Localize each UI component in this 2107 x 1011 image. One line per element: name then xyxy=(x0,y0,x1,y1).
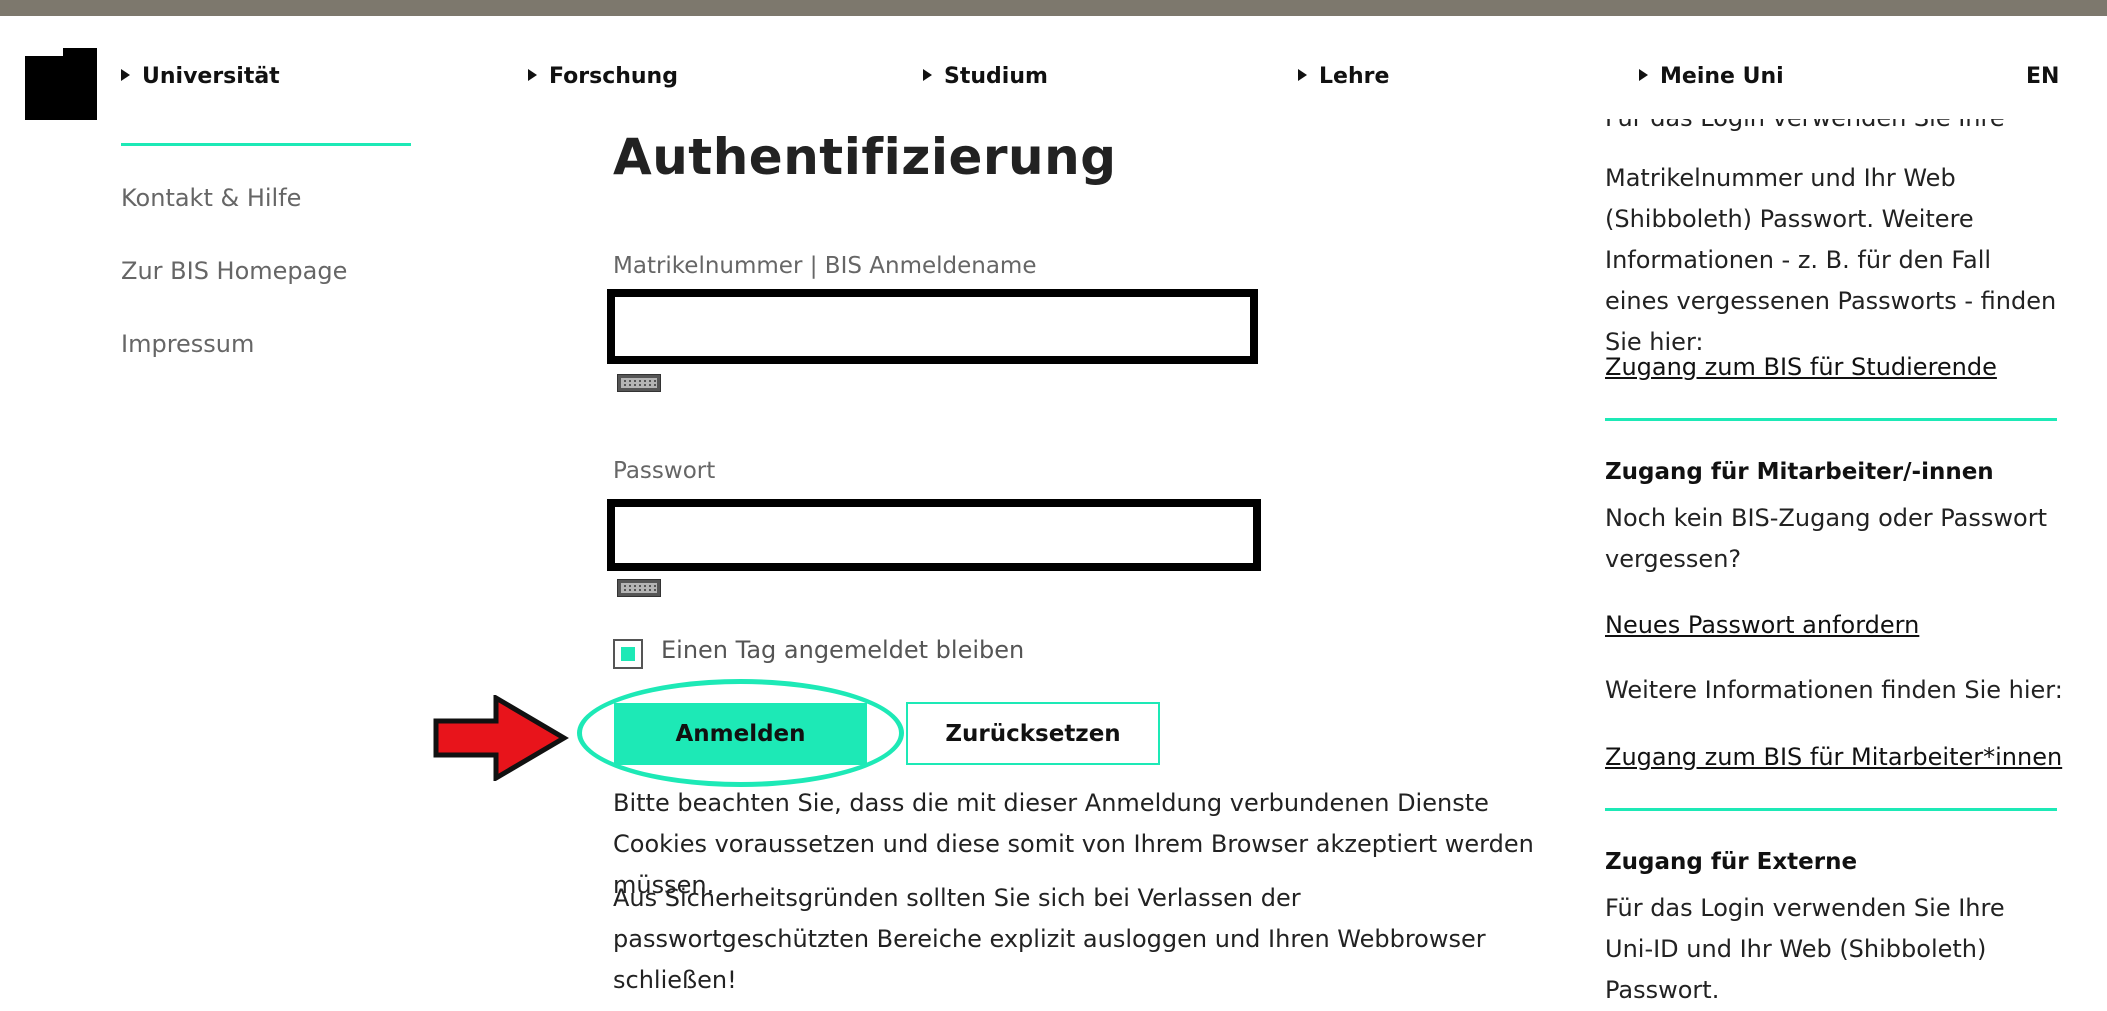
external-text: Für das Login verwenden Sie Ihre Uni-ID … xyxy=(1605,894,2005,1004)
username-input[interactable] xyxy=(615,297,1250,356)
top-bar xyxy=(0,0,2107,16)
sidebar-link-impressum[interactable]: Impressum xyxy=(121,330,254,358)
remember-label: Einen Tag angemeldet bleiben xyxy=(661,636,1025,664)
username-field-box xyxy=(607,289,1258,364)
nav-forschung[interactable]: Forschung xyxy=(528,64,678,89)
keyboard-icon[interactable] xyxy=(617,374,661,392)
reset-button[interactable]: Zurücksetzen xyxy=(906,702,1160,765)
nav-studium[interactable]: Studium xyxy=(923,64,1048,89)
security-note: Aus Sicherheitsgründen sollten Sie sich … xyxy=(613,884,1486,994)
page-title: Authentifizierung xyxy=(613,128,1117,186)
checkbox-check-mark xyxy=(621,647,635,661)
username-label: Matrikelnummer | BIS Anmeldename xyxy=(613,253,1037,279)
triangle-right-icon xyxy=(923,69,932,81)
students-info-text: Matrikelnummer und Ihr Web (Shibboleth) … xyxy=(1605,164,2057,356)
students-partial-text: Für das Login verwenden Sie Ihre xyxy=(1605,119,2057,139)
triangle-right-icon xyxy=(1298,69,1307,81)
right-divider xyxy=(1605,418,2057,421)
password-field-box xyxy=(607,499,1261,571)
nav-meine-uni[interactable]: Meine Uni xyxy=(1639,64,1784,89)
keyboard-icon[interactable] xyxy=(617,579,661,597)
staff-text: Noch kein BIS-Zugang oder Passwort verge… xyxy=(1605,504,2047,573)
link-staff-access[interactable]: Zugang zum BIS für Mitarbeiter*innen xyxy=(1605,743,2062,771)
red-arrow-icon xyxy=(433,695,569,781)
remember-checkbox[interactable] xyxy=(613,639,643,669)
sidebar-link-bis-homepage[interactable]: Zur BIS Homepage xyxy=(121,257,347,285)
triangle-right-icon xyxy=(121,69,130,81)
staff-heading: Zugang für Mitarbeiter/-innen xyxy=(1605,459,1994,485)
triangle-right-icon xyxy=(528,69,537,81)
nav-universitaet[interactable]: Universität xyxy=(121,64,280,89)
university-logo[interactable] xyxy=(25,48,97,120)
staff-more-info: Weitere Informationen finden Sie hier: xyxy=(1605,676,2063,704)
sidebar-divider xyxy=(121,143,411,146)
password-label: Passwort xyxy=(613,458,716,484)
language-switch[interactable]: EN xyxy=(2026,64,2059,89)
nav-lehre[interactable]: Lehre xyxy=(1298,64,1389,89)
login-button[interactable]: Anmelden xyxy=(614,703,867,765)
link-new-password[interactable]: Neues Passwort anfordern xyxy=(1605,611,1919,639)
password-input[interactable] xyxy=(615,507,1253,563)
link-students-access[interactable]: Zugang zum BIS für Studierende xyxy=(1605,353,1997,381)
external-heading: Zugang für Externe xyxy=(1605,849,1858,875)
right-divider xyxy=(1605,808,2057,811)
triangle-right-icon xyxy=(1639,69,1648,81)
sidebar-link-kontakt[interactable]: Kontakt & Hilfe xyxy=(121,184,301,212)
